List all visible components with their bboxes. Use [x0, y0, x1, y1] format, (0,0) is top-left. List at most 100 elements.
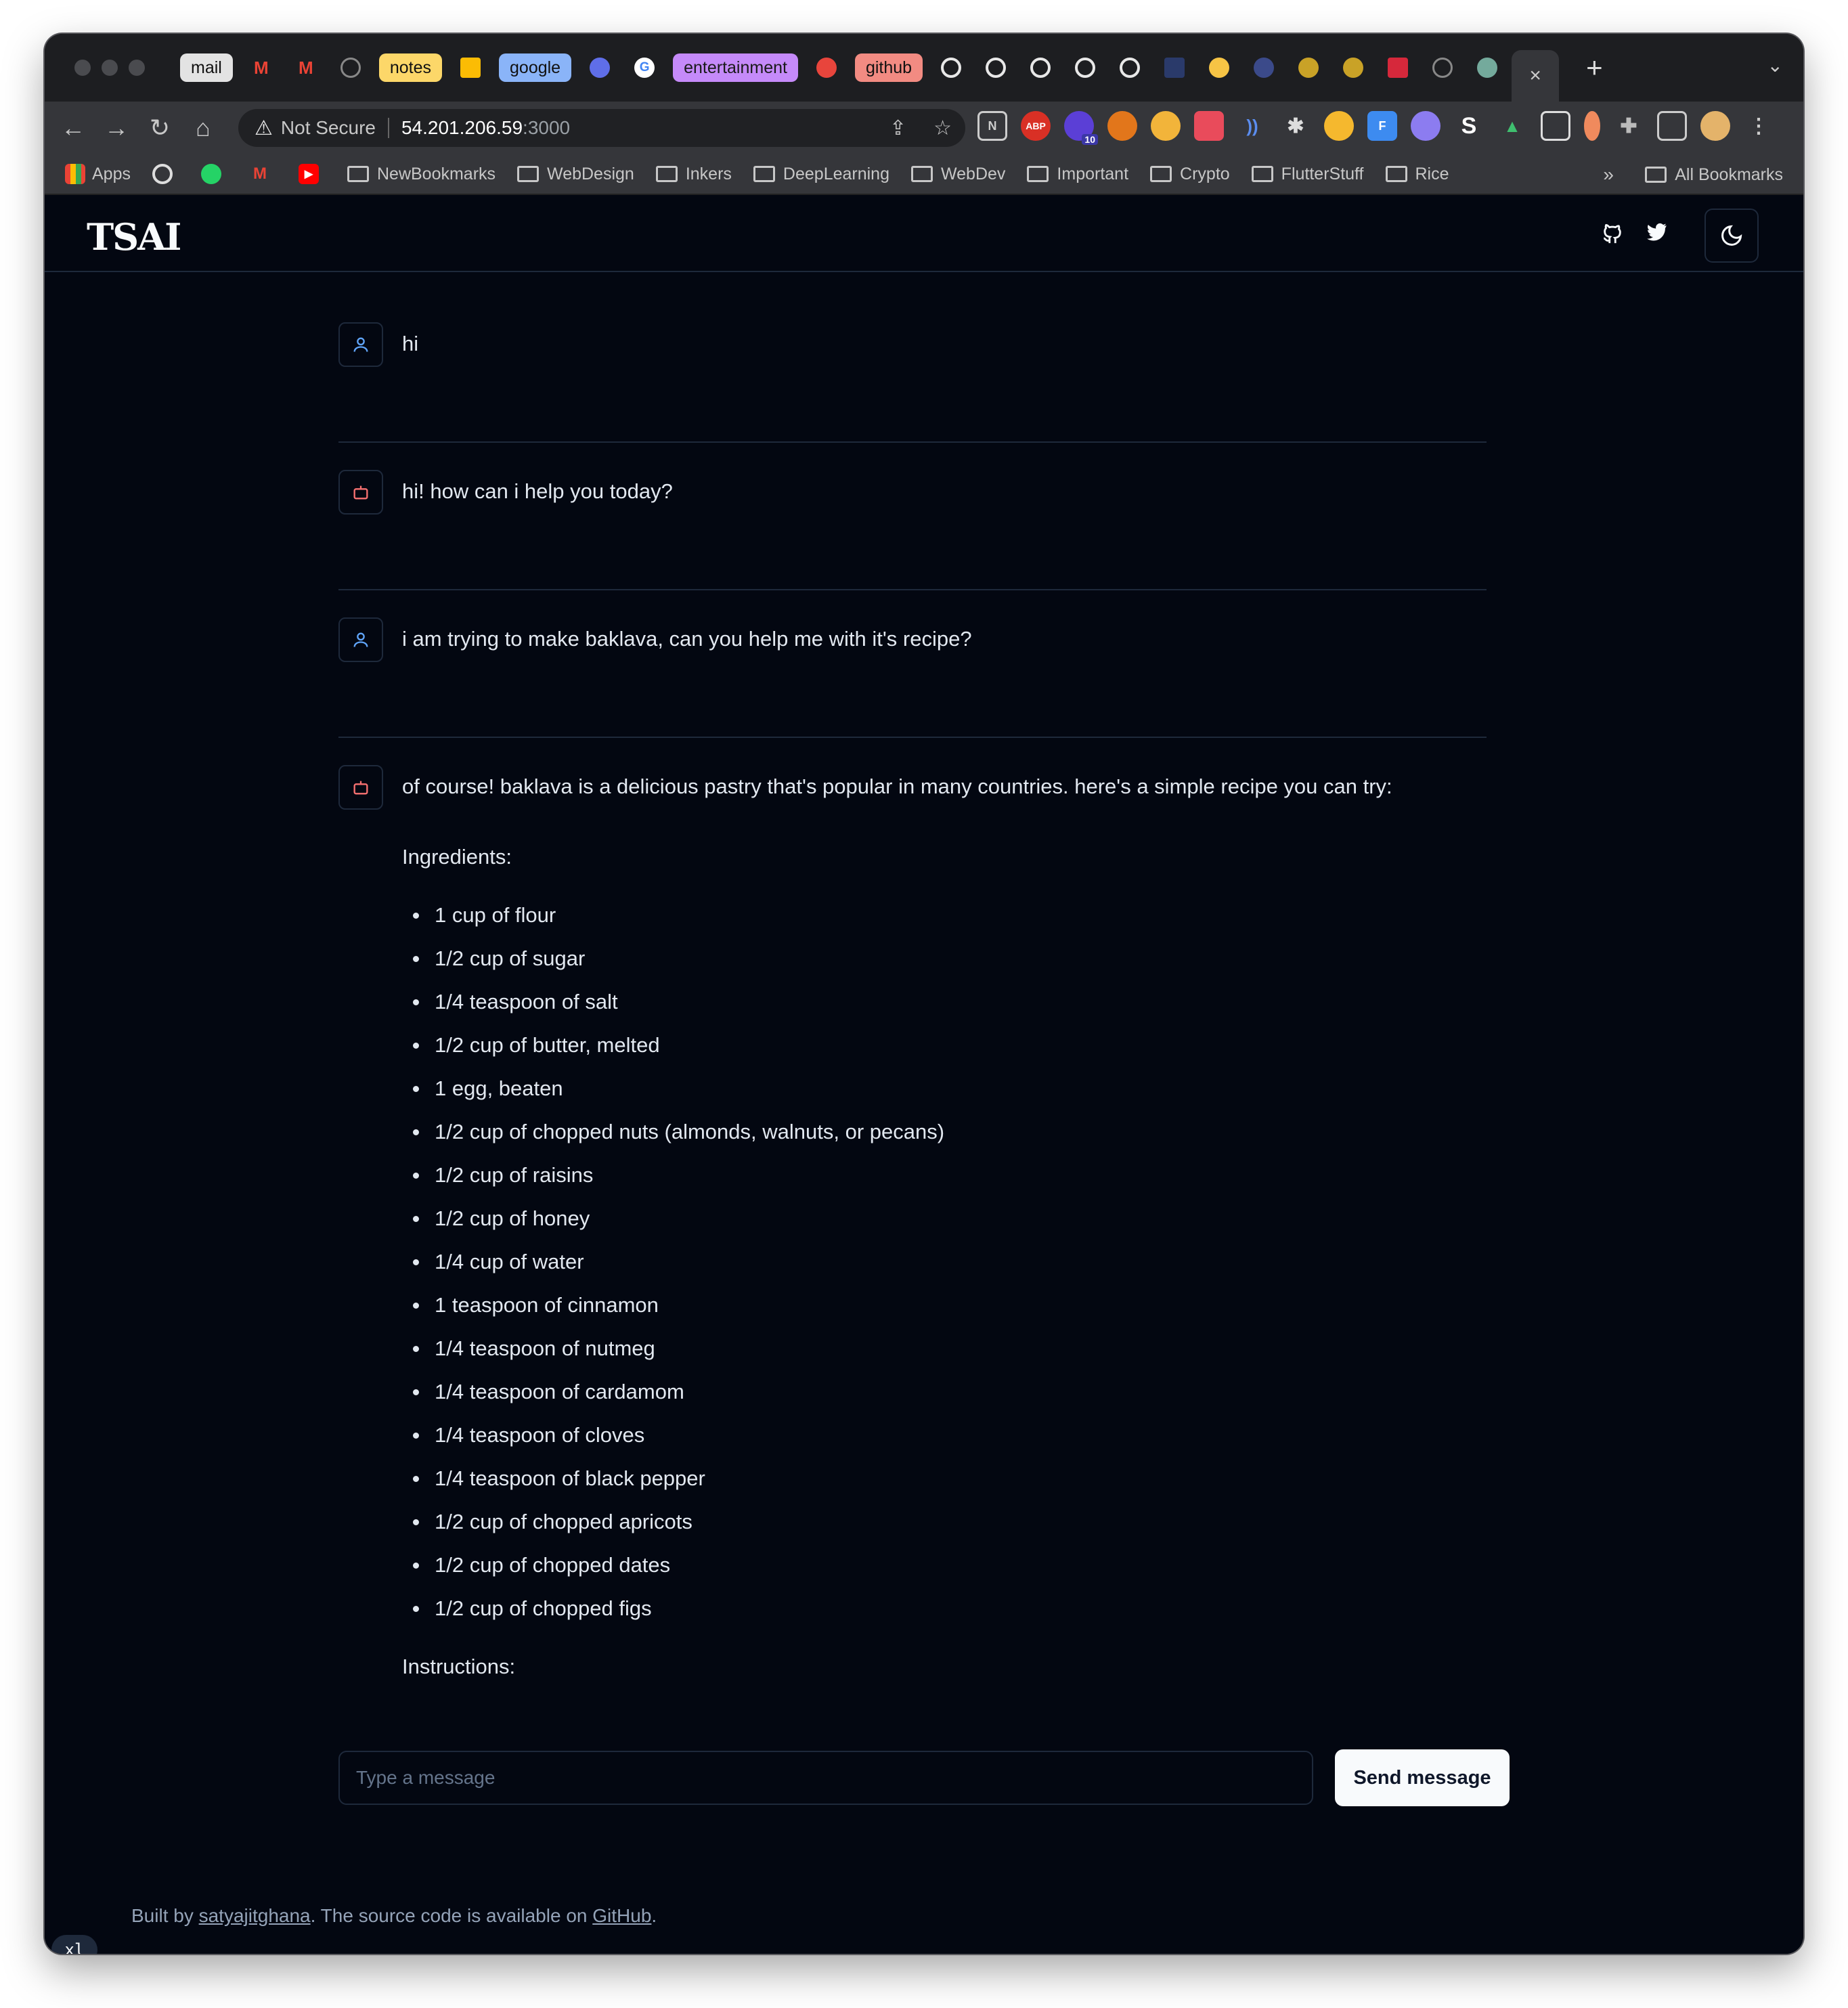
tab-site-2[interactable] [1199, 47, 1239, 88]
footer-prefix: Built by [131, 1905, 199, 1926]
bookmark-folder-deeplearning[interactable]: DeepLearning [753, 165, 889, 184]
tab-youtube[interactable] [806, 47, 847, 88]
theme-toggle-button[interactable] [1704, 209, 1759, 263]
ingredients-list: 1 cup of flour 1/2 cup of sugar 1/4 teas… [402, 894, 1487, 1630]
warning-icon[interactable]: ⚠ [255, 116, 273, 140]
sidepanel-icon[interactable] [1657, 111, 1687, 141]
tab-site-4[interactable] [1288, 47, 1329, 88]
zoom-window-button[interactable] [129, 60, 145, 76]
forward-arrow-icon[interactable]: → [95, 114, 138, 142]
puzzle-icon[interactable]: ✚ [1614, 111, 1644, 141]
github-icon [1030, 58, 1051, 78]
tab-group-mail[interactable]: mail [180, 53, 233, 82]
bookmark-folder-newbookmarks[interactable]: NewBookmarks [347, 165, 496, 184]
profile-avatar[interactable] [1700, 111, 1730, 141]
tab-extension[interactable] [330, 47, 371, 88]
extension-icon[interactable] [1194, 111, 1224, 141]
extension-icon[interactable]: ▲ [1497, 111, 1527, 141]
extension-icon[interactable] [1584, 111, 1600, 141]
star-icon[interactable]: ☆ [933, 116, 952, 140]
extension-icon[interactable]: )) [1237, 111, 1267, 141]
tab-search-chevron-icon[interactable]: ⌄ [1767, 54, 1783, 77]
twitter-icon[interactable] [1645, 222, 1669, 246]
bookmark-folder-flutterstuff[interactable]: FlutterStuff [1251, 165, 1364, 184]
tab-github-3[interactable] [1020, 47, 1061, 88]
tab-site-6[interactable] [1378, 47, 1418, 88]
extension-icon[interactable] [1324, 111, 1354, 141]
tab-chatgpt[interactable] [1467, 47, 1508, 88]
bookmark-folder-inkers[interactable]: Inkers [655, 165, 732, 184]
github-icon[interactable] [1600, 222, 1625, 246]
site-icon [1254, 58, 1275, 78]
extension-icon[interactable]: F [1367, 111, 1397, 141]
bookmark-icon [1388, 58, 1409, 78]
tab-github-4[interactable] [1065, 47, 1105, 88]
settings-icon[interactable]: ✱ [1281, 111, 1311, 141]
new-tab-button[interactable]: + [1586, 51, 1603, 84]
kebab-menu-icon[interactable]: ⋮ [1744, 111, 1774, 141]
active-tab[interactable]: × [1512, 50, 1560, 102]
tab-group-github[interactable]: github [854, 53, 923, 82]
tab-site-3[interactable] [1244, 47, 1284, 88]
back-arrow-icon[interactable]: ← [51, 114, 95, 142]
url-host[interactable]: 54.201.206.59 [401, 117, 523, 139]
share-icon[interactable]: ⇪ [889, 116, 906, 140]
tab-site[interactable] [1154, 47, 1195, 88]
adblock-icon[interactable]: ABP [1021, 111, 1051, 141]
author-link[interactable]: satyajitghana [199, 1905, 311, 1926]
github-link[interactable]: GitHub [592, 1905, 651, 1926]
metamask-icon[interactable] [1107, 111, 1137, 141]
bookmark-folder-webdev[interactable]: WebDev [911, 165, 1005, 184]
chat-scroll-area[interactable]: hi hi! how can i help you today? i am tr… [338, 295, 1557, 1706]
window-controls [74, 60, 176, 76]
tab-docs[interactable] [579, 47, 620, 88]
footer-suffix: . [651, 1905, 657, 1926]
close-tab-icon[interactable]: × [1529, 64, 1541, 87]
all-bookmarks-label: All Bookmarks [1675, 165, 1783, 184]
bookmark-youtube[interactable]: ▶ [298, 164, 326, 184]
address-bar[interactable]: ⚠ Not Secure 54.201.206.59:3000 ⇪ ☆ [238, 109, 965, 147]
bookmark-github[interactable] [152, 164, 179, 184]
url-port[interactable]: :3000 [523, 117, 570, 139]
bookmark-folder-rice[interactable]: Rice [1385, 165, 1449, 184]
tab-github-5[interactable] [1109, 47, 1150, 88]
extension-badge-icon[interactable]: 10 [1064, 111, 1098, 145]
tab-keep[interactable] [450, 47, 491, 88]
security-label[interactable]: Not Secure [281, 117, 376, 139]
tab-gmail-2[interactable]: M [286, 47, 326, 88]
extension-icon[interactable]: S [1454, 111, 1484, 141]
bookmark-whatsapp[interactable] [200, 164, 228, 184]
tab-group-notes[interactable]: notes [378, 53, 443, 82]
bookmark-folder-important[interactable]: Important [1027, 165, 1128, 184]
bookmark-folder-crypto[interactable]: Crypto [1150, 165, 1230, 184]
home-icon[interactable]: ⌂ [181, 114, 225, 142]
app-logo[interactable]: TSAI [87, 215, 181, 259]
tab-gmail[interactable]: M [241, 47, 282, 88]
ingredient-item: 1/2 cup of honey [402, 1197, 1487, 1240]
tab-github-2[interactable] [975, 47, 1016, 88]
send-message-button[interactable]: Send message [1335, 1749, 1510, 1806]
extension-icon[interactable] [1411, 111, 1440, 141]
tab-github-1[interactable] [931, 47, 971, 88]
notion-icon[interactable]: N [977, 111, 1007, 141]
message-input[interactable] [338, 1751, 1313, 1805]
site-icon [1298, 58, 1319, 78]
tab-group-entertainment[interactable]: entertainment [673, 53, 798, 82]
all-bookmarks-button[interactable]: All Bookmarks [1645, 154, 1783, 195]
reload-icon[interactable]: ↻ [138, 114, 181, 142]
bookmark-gmail[interactable]: M [250, 164, 277, 184]
tab-site-5[interactable] [1333, 47, 1373, 88]
bookmarks-overflow-button[interactable]: » [1603, 164, 1614, 185]
extension-icon[interactable] [1541, 111, 1570, 141]
bookmark-folder-webdesign[interactable]: WebDesign [517, 165, 634, 184]
bookmark-apps[interactable]: Apps [65, 164, 131, 184]
extension-icon[interactable] [1151, 111, 1181, 141]
tab-site-7[interactable] [1422, 47, 1463, 88]
tab-group-google[interactable]: google [499, 53, 572, 82]
close-window-button[interactable] [74, 60, 91, 76]
folder-icon [1645, 167, 1667, 183]
gmail-icon: M [299, 57, 313, 78]
minimize-window-button[interactable] [102, 60, 118, 76]
folder-icon [1251, 166, 1273, 182]
tab-google[interactable]: G [624, 47, 665, 88]
